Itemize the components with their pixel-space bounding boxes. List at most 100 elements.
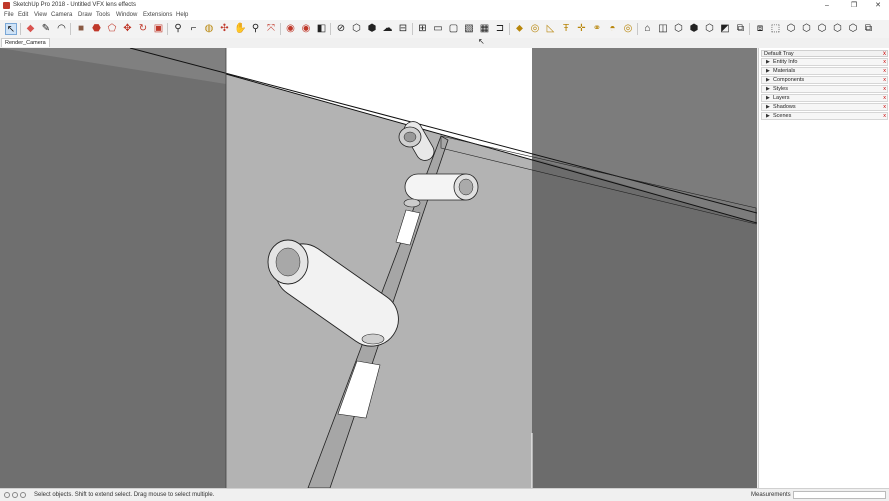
- view-back-icon[interactable]: ⬡: [704, 23, 716, 35]
- axes-tool-icon[interactable]: ✛: [576, 23, 588, 35]
- toolbar-separator: [411, 23, 413, 35]
- push-pull-tool[interactable]: ⬣: [91, 23, 103, 35]
- measurements-input[interactable]: [793, 491, 886, 499]
- rectangle-tool[interactable]: ■: [75, 23, 87, 35]
- sketchup-app-icon: [3, 2, 10, 9]
- camera-next-icon[interactable]: ⬡: [847, 23, 859, 35]
- panel-materials[interactable]: ▶ Materials x: [761, 67, 888, 75]
- menu-file[interactable]: File: [4, 12, 14, 18]
- scene-tab-render-camera[interactable]: Render_Camera: [1, 38, 50, 47]
- section-plane-icon[interactable]: ⊟: [397, 23, 409, 35]
- 3d-text-icon[interactable]: ⚭: [591, 23, 603, 35]
- panel-styles[interactable]: ▶ Styles x: [761, 85, 888, 93]
- pan-tool[interactable]: ✋: [234, 23, 246, 35]
- view-right-icon[interactable]: ⬢: [688, 23, 700, 35]
- warehouse-icon[interactable]: ◉: [285, 23, 297, 35]
- toolbar-separator: [19, 23, 21, 35]
- tray-close-icon[interactable]: x: [883, 51, 886, 58]
- paint-bucket-tool[interactable]: ◍: [203, 23, 215, 35]
- tape-measure-tool[interactable]: ⚲: [172, 23, 184, 35]
- circle-icon[interactable]: ◎: [529, 23, 541, 35]
- panel-close-icon[interactable]: x: [883, 59, 886, 66]
- geolocation-icon[interactable]: [4, 492, 10, 498]
- menu-bar: File Edit View Camera Draw Tools Window …: [0, 11, 889, 20]
- panel-close-icon[interactable]: x: [883, 104, 886, 111]
- panel-layers[interactable]: ▶ Layers x: [761, 94, 888, 102]
- menu-draw[interactable]: Draw: [78, 12, 92, 18]
- sandbox-from-contours-icon[interactable]: ⬡: [351, 23, 363, 35]
- eraser-tool[interactable]: ◆: [25, 23, 37, 35]
- camera-walk-icon[interactable]: ⬡: [785, 23, 797, 35]
- toolbar-separator: [70, 23, 71, 35]
- user-account-icon[interactable]: [20, 492, 26, 498]
- credits-icon[interactable]: [12, 492, 18, 498]
- camera-standard-icon[interactable]: ⧉: [735, 23, 747, 35]
- view-front-icon[interactable]: ⬡: [673, 23, 685, 35]
- style-wireframe-icon[interactable]: ▧: [463, 23, 475, 35]
- model-scene[interactable]: [0, 48, 757, 488]
- style-xray-icon[interactable]: ▭: [432, 23, 444, 35]
- sandbox-smoove-icon[interactable]: ⊘: [335, 23, 347, 35]
- zoom-tool[interactable]: ⚲: [250, 23, 262, 35]
- panel-close-icon[interactable]: x: [883, 68, 886, 75]
- zoom-extents-tool[interactable]: ⤧: [265, 23, 277, 35]
- default-tray: Default Tray x ▶ Entity Info x ▶ Materials x…: [758, 48, 889, 488]
- panel-close-icon[interactable]: x: [883, 113, 886, 120]
- menu-view[interactable]: View: [34, 12, 47, 18]
- menu-window[interactable]: Window: [116, 12, 137, 18]
- component-icon[interactable]: ⧉: [863, 23, 875, 35]
- title-bar: SketchUp Pro 2018 - Untitled VFX lens ef…: [0, 0, 889, 11]
- sandbox-from-scratch-icon[interactable]: ⬢: [366, 23, 378, 35]
- close-button[interactable]: ✕: [869, 1, 887, 10]
- scale-tool[interactable]: ▣: [153, 23, 165, 35]
- rotate-tool[interactable]: ↻: [137, 23, 149, 35]
- dimension-tool[interactable]: ⌐: [188, 23, 200, 35]
- text-tool-icon[interactable]: Ŧ: [560, 23, 572, 35]
- camera-look-around-icon[interactable]: ⬡: [801, 23, 813, 35]
- cylinder-icon[interactable]: ⬥: [514, 23, 526, 35]
- expand-triangle-icon: ▶: [766, 104, 770, 110]
- minimize-button[interactable]: –: [818, 1, 836, 10]
- view-iso-icon[interactable]: ⌂: [642, 23, 654, 35]
- protractor-icon[interactable]: ◺: [545, 23, 557, 35]
- move-tool[interactable]: ✥: [122, 23, 134, 35]
- toolbar-separator: [279, 23, 281, 35]
- panel-close-icon[interactable]: x: [883, 95, 886, 102]
- camera-parallel-icon[interactable]: ⧈: [754, 23, 766, 35]
- style-hidden-line-icon[interactable]: ▦: [479, 23, 491, 35]
- layout-icon[interactable]: ◧: [316, 23, 328, 35]
- camera-position-icon[interactable]: ⬚: [770, 23, 782, 35]
- camera-zoom-window-icon[interactable]: ⬡: [816, 23, 828, 35]
- model-viewport[interactable]: [0, 48, 757, 488]
- orbit-tool[interactable]: ✣: [219, 23, 231, 35]
- arc-tool[interactable]: ◠: [56, 23, 68, 35]
- restore-button[interactable]: ❐: [845, 1, 863, 10]
- panel-scenes[interactable]: ▶ Scenes x: [761, 112, 888, 120]
- panel-close-icon[interactable]: x: [883, 77, 886, 84]
- section-cut-icon[interactable]: ⊞: [417, 23, 429, 35]
- sandbox-stamp-icon[interactable]: ☁: [382, 23, 394, 35]
- panel-components[interactable]: ▶ Components x: [761, 76, 888, 84]
- select-tool[interactable]: ↖: [5, 23, 17, 35]
- menu-tools[interactable]: Tools: [96, 12, 110, 18]
- menu-edit[interactable]: Edit: [18, 12, 28, 18]
- style-backedges-icon[interactable]: ▢: [448, 23, 460, 35]
- status-message: Select objects. Shift to extend select. …: [34, 492, 215, 498]
- extension-warehouse-icon[interactable]: ◉: [300, 23, 312, 35]
- view-left-icon[interactable]: ◩: [719, 23, 731, 35]
- line-tool[interactable]: ✎: [40, 23, 52, 35]
- expand-triangle-icon: ▶: [766, 77, 770, 83]
- arc-pie-icon[interactable]: ◓: [607, 23, 619, 35]
- view-top-icon[interactable]: ◫: [657, 23, 669, 35]
- tray-header: Default Tray x: [761, 50, 888, 57]
- polygon-icon[interactable]: ◎: [622, 23, 634, 35]
- menu-extensions[interactable]: Extensions: [143, 12, 172, 18]
- solid-tools-icon[interactable]: ⊐: [494, 23, 506, 35]
- menu-camera[interactable]: Camera: [51, 12, 72, 18]
- menu-help[interactable]: Help: [176, 12, 188, 18]
- follow-me-tool[interactable]: ⬠: [106, 23, 118, 35]
- panel-shadows[interactable]: ▶ Shadows x: [761, 103, 888, 111]
- panel-close-icon[interactable]: x: [883, 86, 886, 93]
- camera-previous-icon[interactable]: ⬡: [832, 23, 844, 35]
- panel-entity-info[interactable]: ▶ Entity Info x: [761, 58, 888, 66]
